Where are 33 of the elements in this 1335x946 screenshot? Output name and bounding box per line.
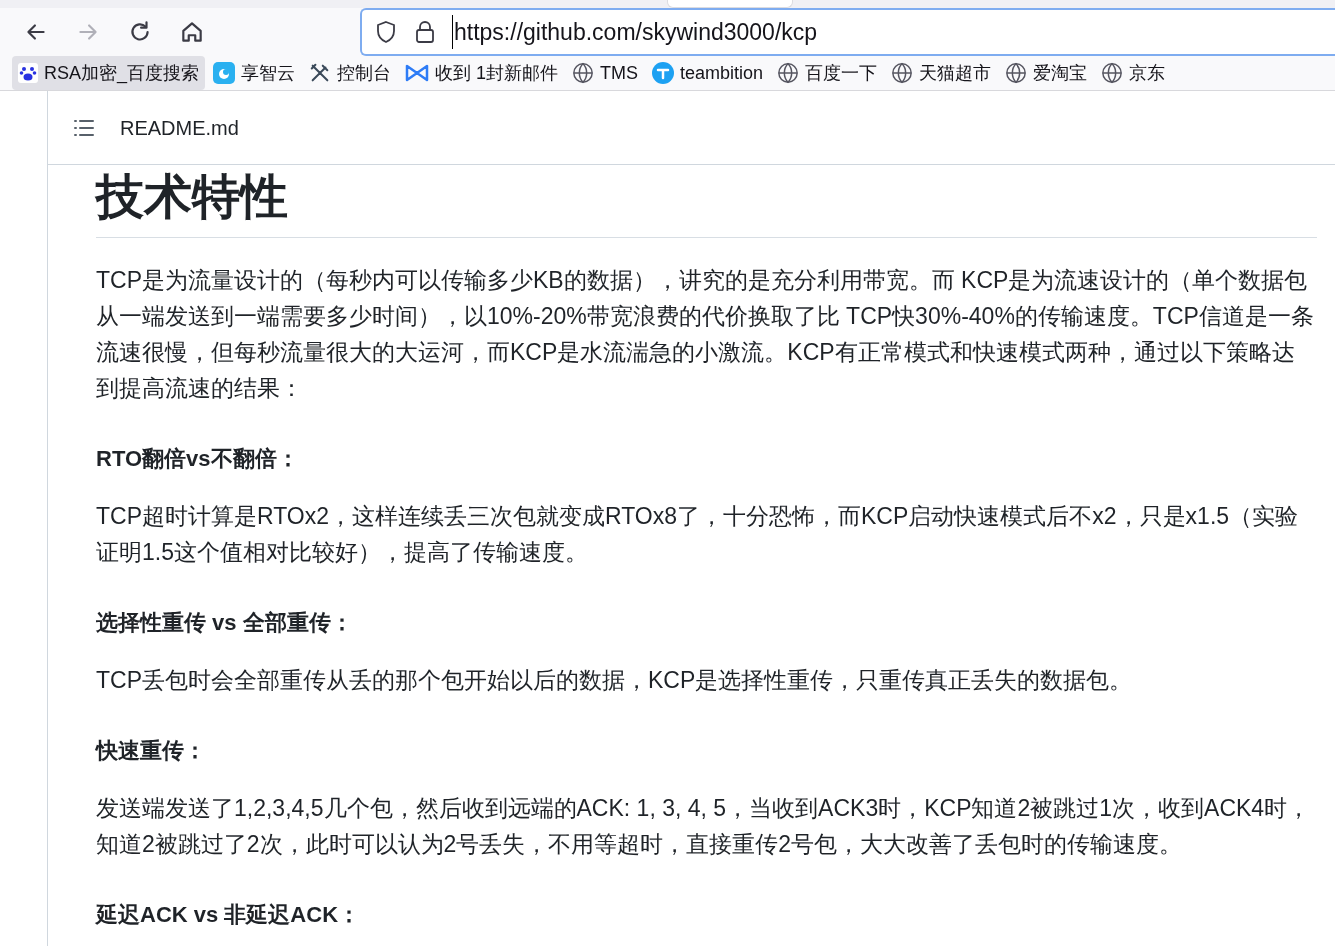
globe-icon (572, 62, 595, 84)
url-text: https://github.com/skywind3000/kcp (452, 14, 818, 50)
bookmark-item[interactable]: 天猫超市 (885, 56, 998, 90)
bookmark-item[interactable]: 百度一下 (771, 56, 884, 90)
bookmark-item[interactable]: teambition (646, 56, 770, 90)
bookmark-item[interactable]: 控制台 (303, 56, 398, 90)
paw-icon (18, 63, 38, 83)
shield-icon (374, 20, 398, 44)
home-icon (179, 19, 205, 45)
globe-icon (777, 62, 800, 84)
section-heading: RTO翻倍vs不翻倍： (96, 445, 300, 473)
globe-icon (891, 62, 914, 84)
paragraph: TCP是为流量设计的（每秒内可以传输多少KB的数据），讲究的是充分利用带宽。而 KCP是为流速设计的（单个数据包从一端发送到一端需要多少时间），以10%-20%带宽浪费的代价换取了比 TCP快30%-40%的传输速度。TCP信道是一条流速很慢，但每秒流量很大的大运河，而KCP是水流湍急的小激流。KCP有正常模式和快速模式两种，通过以下策略达到提高流速的结果： (96, 266, 1315, 403)
paragraph: 发送端发送了1,2,3,4,5几个包，然后收到远端的ACK: 1, 3, 4, 5，当收到ACK3时，KCP知道2被跳过1次，收到ACK4时，知道2被跳过了2次，此时可以认为2号丢失，不用等超时，直接重传2号包，大大改善了丢包时的传输速度。 (96, 794, 1312, 859)
bookmark-item[interactable]: TMS (566, 56, 645, 90)
bookmark-item[interactable]: 享智云 (207, 56, 302, 90)
paragraph: TCP超时计算是RTOx2，这样连续丢三次包就变成RTOx8了，十分恐怖，而KCP启动快速模式后不x2，只是x1.5（实验证明1.5这个值相对比较好），提高了传输速度。 (96, 502, 1300, 567)
section-heading: 快速重传： (96, 737, 207, 765)
lock-icon (414, 20, 436, 44)
globe-icon (1101, 62, 1124, 84)
globe-icon (1005, 62, 1028, 84)
bookmark-item[interactable]: 收到 1封新邮件 (399, 56, 565, 90)
section-heading: 选择性重传 vs 全部重传： (96, 609, 354, 637)
bowtie-icon (405, 64, 430, 82)
section-heading: 延迟ACK vs 非延迟ACK： (96, 901, 362, 929)
file-name: README.md (120, 115, 239, 141)
bookmark-item[interactable]: RSA加密_百度搜索 (12, 56, 206, 90)
paragraph: TCP丢包时会全部重传从丢的那个包开始以后的数据，KCP是选择性重传，只重传真正丢失的数据包。 (96, 666, 1134, 695)
bookmark-item[interactable]: 京东 (1095, 56, 1172, 90)
t-logo-icon (652, 62, 675, 84)
bookmark-item[interactable]: 爱淘宝 (999, 56, 1094, 90)
address-bar[interactable]: https://github.com/skywind3000/kcp (360, 8, 1335, 56)
section-title: 技术特性 (96, 165, 1317, 238)
